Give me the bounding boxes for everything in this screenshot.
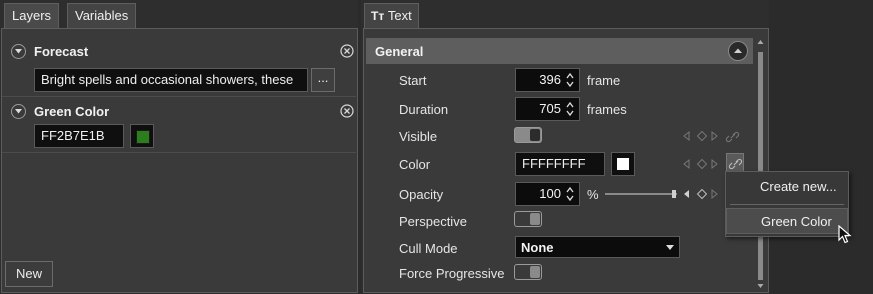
slider-thumb[interactable] <box>672 190 676 198</box>
opacity-keyframe-controls <box>682 187 722 201</box>
start-value: 396 <box>539 72 561 87</box>
section-title: General <box>375 44 424 59</box>
color-swatch-button[interactable] <box>611 152 635 176</box>
forecast-value-field[interactable]: Bright spells and occasional showers, th… <box>34 68 308 92</box>
perspective-label: Perspective <box>399 214 467 229</box>
duration-value: 705 <box>539 101 561 116</box>
tab-variables[interactable]: Variables <box>67 3 137 29</box>
visible-keyframe-controls <box>682 129 742 143</box>
slider-track <box>605 193 677 195</box>
visible-label: Visible <box>399 129 438 144</box>
collapse-green-color-icon[interactable] <box>11 104 26 119</box>
section-header-general[interactable]: General <box>366 38 753 64</box>
forecast-more-button[interactable]: ... <box>311 68 335 92</box>
start-spinner[interactable]: 396 <box>515 68 580 92</box>
toggle-knob <box>530 266 540 278</box>
color-keyframe-controls <box>682 157 722 171</box>
green-color-swatch <box>136 130 150 144</box>
variable-name-forecast: Forecast <box>34 44 89 59</box>
cull-mode-value: None <box>521 240 554 255</box>
menu-item-create-new[interactable]: Create new... <box>726 174 848 200</box>
green-color-swatch-button[interactable] <box>130 124 154 148</box>
link-variable-menu: Create new... Green Color <box>725 171 849 237</box>
scrollbar[interactable] <box>755 38 766 290</box>
toggle-knob <box>530 213 540 225</box>
cull-mode-select[interactable]: None <box>515 236 680 258</box>
duration-label: Duration <box>399 102 449 117</box>
collapse-forecast-icon[interactable] <box>11 44 26 59</box>
new-variable-button[interactable]: New <box>5 261 53 287</box>
opacity-slider[interactable] <box>605 190 679 198</box>
opacity-value: 100 <box>539 186 561 201</box>
tab-text[interactable]: Tт Text <box>364 3 419 29</box>
force-progressive-toggle[interactable] <box>514 264 542 280</box>
opacity-label: Opacity <box>399 187 444 202</box>
remove-forecast-icon[interactable] <box>340 44 354 58</box>
toggle-knob <box>530 129 540 141</box>
scrollbar-thumb[interactable] <box>758 52 763 280</box>
duration-spinner[interactable]: 705 <box>515 97 580 121</box>
start-label: Start <box>399 73 427 88</box>
variable-name-green-color: Green Color <box>34 104 110 119</box>
spinner-arrows-icon[interactable] <box>565 100 575 118</box>
tab-layers[interactable]: Layers <box>4 3 60 28</box>
color-value-field[interactable]: FFFFFFFF <box>515 152 605 176</box>
color-label: Color <box>399 157 431 172</box>
divider <box>2 96 356 97</box>
spinner-arrows-icon[interactable] <box>565 71 575 89</box>
color-swatch <box>617 158 629 170</box>
force-progressive-label: Force Progressive <box>399 266 505 281</box>
chevron-down-icon <box>666 245 674 250</box>
opacity-unit: % <box>587 187 599 202</box>
menu-separator <box>730 204 844 205</box>
perspective-toggle[interactable] <box>514 211 542 227</box>
collapse-section-icon[interactable] <box>728 41 748 61</box>
cull-mode-label: Cull Mode <box>399 241 458 256</box>
visible-toggle[interactable] <box>514 127 542 143</box>
mouse-pointer-icon <box>838 224 852 245</box>
start-unit: frame <box>587 73 621 88</box>
remove-green-color-icon[interactable] <box>340 104 354 118</box>
menu-item-green-color[interactable]: Green Color <box>726 208 848 234</box>
divider <box>2 152 356 153</box>
opacity-spinner[interactable]: 100 <box>515 182 580 206</box>
green-color-value-field[interactable]: FF2B7E1B <box>34 124 124 148</box>
text-type-icon: Tт <box>371 9 385 23</box>
tab-text-label: Text <box>387 8 412 23</box>
spinner-arrows-icon[interactable] <box>565 185 575 203</box>
duration-unit: frames <box>587 102 627 117</box>
link-variable-icon[interactable] <box>726 153 744 173</box>
